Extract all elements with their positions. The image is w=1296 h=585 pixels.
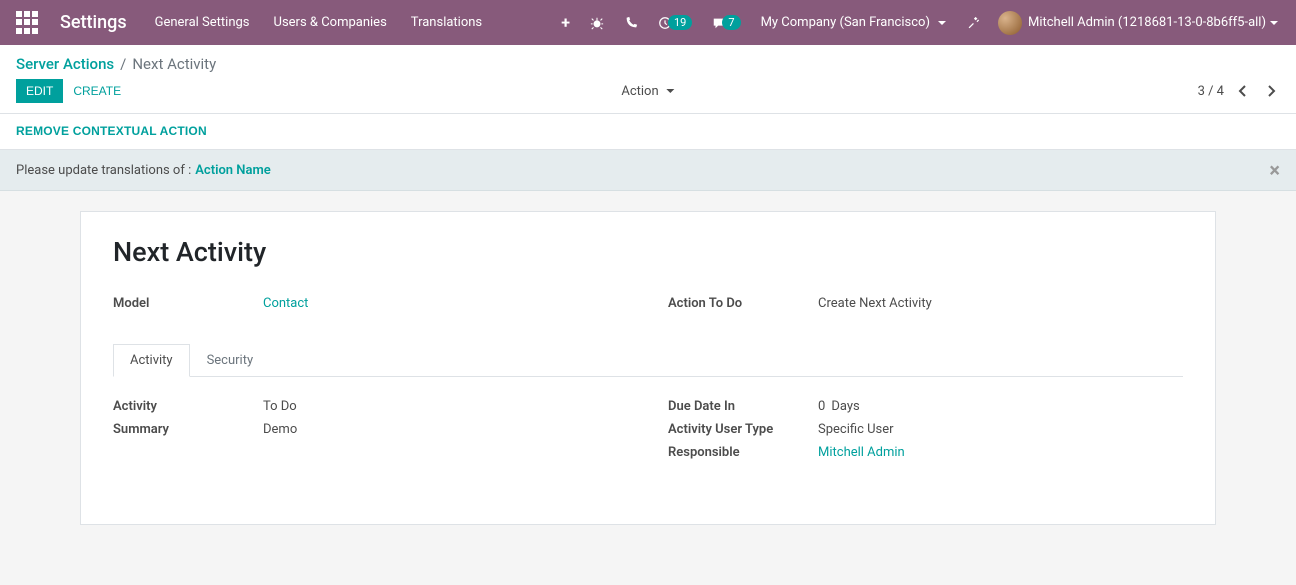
avatar [998,11,1022,35]
chat-badge: 7 [722,15,740,30]
breadcrumb-separator: / [120,55,126,73]
pager-text: 3 / 4 [1198,84,1224,99]
close-icon[interactable]: × [1269,160,1280,180]
apps-icon[interactable] [16,11,40,35]
nav-links: General Settings Users & Companies Trans… [147,9,491,36]
alert-text: Please update translations of : [16,163,191,178]
field-value-action-to-do: Create Next Activity [818,296,1183,311]
tab-col-right: Due Date In 0 Days Activity User Type Sp… [668,395,1183,464]
field-row-responsible: Responsible Mitchell Admin [668,441,1183,464]
due-date-number: 0 [818,399,825,414]
tab-security[interactable]: Security [190,344,271,377]
field-value-summary: Demo [263,422,628,437]
control-bar: Server Actions / Next Activity EDIT CREA… [0,45,1296,114]
field-label-user-type: Activity User Type [668,422,818,437]
alert-link[interactable]: Action Name [195,163,271,178]
actions-row: EDIT CREATE Action 3 / 4 [0,79,1296,113]
edit-button[interactable]: EDIT [16,79,63,103]
tab-content-activity: Activity To Do Summary Demo Due Date In … [113,395,1183,464]
sheet-wrap: Next Activity Model Contact Action To Do… [0,191,1296,545]
field-row-user-type: Activity User Type Specific User [668,418,1183,441]
tab-activity[interactable]: Activity [113,344,190,377]
breadcrumb-current: Next Activity [132,55,216,73]
nav-link-translations[interactable]: Translations [403,9,490,36]
field-row-summary: Summary Demo [113,418,628,441]
clock-badge: 19 [668,15,692,30]
nav-link-users-companies[interactable]: Users & Companies [266,9,395,36]
field-label-responsible: Responsible [668,445,818,460]
field-value-model[interactable]: Contact [263,296,628,311]
field-value-due-date: 0 Days [818,399,1183,414]
field-col-right: Action To Do Create Next Activity [668,292,1183,315]
nav-icons: + 19 7 My Company (San Francisco) Mitche… [551,11,1286,35]
field-col-left: Model Contact [113,292,628,315]
field-grid-top: Model Contact Action To Do Create Next A… [113,292,1183,315]
company-switcher[interactable]: My Company (San Francisco) [751,15,956,30]
breadcrumb-root[interactable]: Server Actions [16,55,114,73]
bug-icon[interactable] [580,16,614,30]
form-sheet: Next Activity Model Contact Action To Do… [80,211,1216,525]
translation-alert: Please update translations of : Action N… [0,150,1296,191]
field-row-model: Model Contact [113,292,628,315]
remove-contextual-action-button[interactable]: REMOVE CONTEXTUAL ACTION [16,124,207,138]
action-dropdown-label: Action [621,84,658,99]
chevron-down-icon [938,21,946,25]
top-nav: Settings General Settings Users & Compan… [0,0,1296,45]
remove-row: REMOVE CONTEXTUAL ACTION [0,114,1296,150]
record-title: Next Activity [113,236,1183,268]
create-button[interactable]: CREATE [63,79,131,103]
plus-icon[interactable]: + [551,15,580,31]
field-value-activity: To Do [263,399,628,414]
field-value-user-type: Specific User [818,422,1183,437]
due-date-unit: Days [831,399,859,414]
user-name: Mitchell Admin (1218681-13-0-8b6ff5-all) [1028,15,1266,30]
action-dropdown[interactable]: Action [621,84,674,99]
developer-tools-icon[interactable] [956,16,990,30]
field-label-due-date: Due Date In [668,399,818,414]
field-label-action-to-do: Action To Do [668,296,818,311]
field-label-summary: Summary [113,422,263,437]
nav-link-general-settings[interactable]: General Settings [147,9,258,36]
field-row-due-date: Due Date In 0 Days [668,395,1183,418]
field-label-activity: Activity [113,399,263,414]
tab-col-left: Activity To Do Summary Demo [113,395,628,464]
user-menu[interactable]: Mitchell Admin (1218681-13-0-8b6ff5-all) [990,11,1286,35]
pager: 3 / 4 [1198,80,1280,102]
company-name: My Company (San Francisco) [761,15,930,30]
clock-icon[interactable]: 19 [648,15,702,30]
field-label-model: Model [113,296,263,311]
field-value-responsible[interactable]: Mitchell Admin [818,445,1183,460]
pager-prev-button[interactable] [1234,80,1252,102]
pager-next-button[interactable] [1262,80,1280,102]
phone-icon[interactable] [614,16,648,30]
chat-icon[interactable]: 7 [702,15,750,30]
app-brand: Settings [60,12,127,33]
field-row-activity: Activity To Do [113,395,628,418]
tabs: Activity Security [113,343,1183,377]
chevron-down-icon [1270,21,1278,25]
field-row-action-to-do: Action To Do Create Next Activity [668,292,1183,315]
breadcrumb: Server Actions / Next Activity [0,45,1296,79]
chevron-down-icon [667,89,675,93]
